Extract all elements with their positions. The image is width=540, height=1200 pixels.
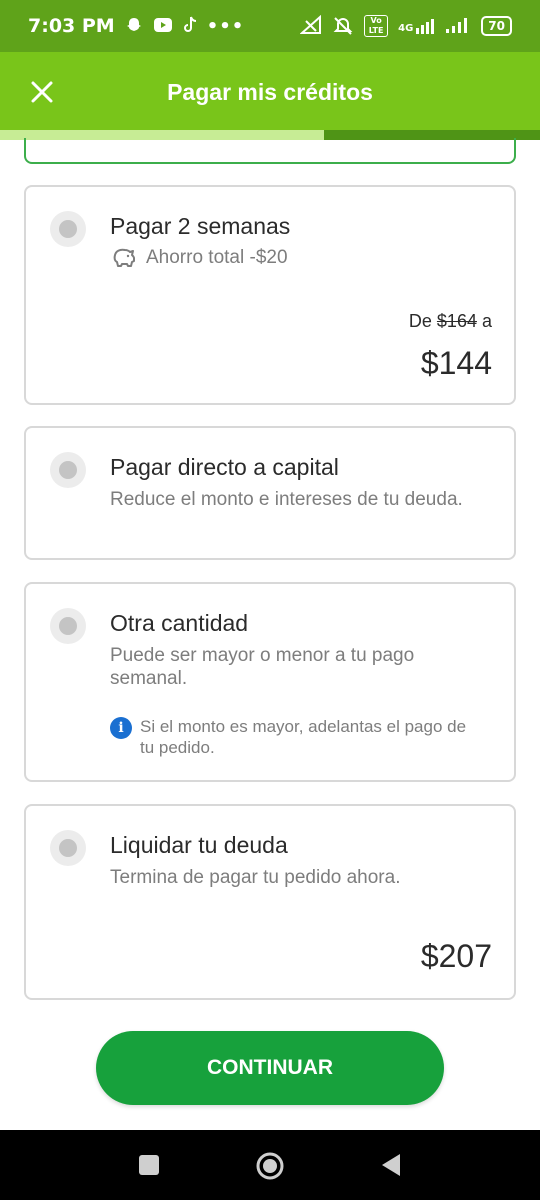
back-icon (382, 1154, 400, 1176)
piggy-bank-icon (113, 248, 135, 267)
savings-text: Ahorro total -$20 (146, 247, 288, 268)
option-subtitle: Puede ser mayor o menor a tu pago semana… (110, 645, 415, 689)
option-card-other-amount[interactable]: Otra cantidad Puede ser mayor o menor a … (24, 582, 516, 782)
option-title: Pagar directo a capital (110, 454, 339, 480)
option-title: Otra cantidad (110, 610, 249, 636)
battery-icon: 70 (481, 16, 512, 36)
selected-option-card-edge[interactable] (24, 138, 516, 164)
volte-icon: Vo LTE (364, 15, 389, 37)
status-time: 7:03 PM (28, 15, 115, 37)
mute-icon (332, 15, 354, 38)
recent-apps-icon (139, 1155, 159, 1175)
radio-button[interactable] (50, 211, 86, 247)
home-icon (256, 1152, 284, 1180)
option-card-pay-off[interactable]: Liquidar tu deuda Termina de pagar tu pe… (24, 804, 516, 1000)
more-dots-icon: ••• (206, 15, 245, 37)
option-subtitle: Termina de pagar tu pedido ahora. (110, 867, 401, 888)
info-icon: i (110, 717, 132, 739)
option-amount: $144 (420, 345, 492, 381)
app-header: Pagar mis créditos (0, 52, 540, 132)
radio-button[interactable] (50, 452, 86, 488)
option-card-capital[interactable]: Pagar directo a capital Reduce el monto … (24, 426, 516, 560)
signal-icon (299, 14, 322, 38)
option-title: Pagar 2 semanas (110, 213, 291, 239)
youtube-icon (153, 17, 173, 36)
savings-line: Ahorro total -$20 (110, 247, 288, 269)
status-bar: 7:03 PM ••• Vo LTE 4G 70 (0, 0, 540, 52)
tiktok-icon (183, 16, 197, 37)
page-title: Pagar mis créditos (167, 78, 373, 105)
snapchat-icon (125, 16, 143, 37)
price-from-line: De $164 a (409, 311, 492, 332)
4g-signal-icon: 4G (398, 18, 435, 34)
system-nav-bar (0, 1130, 540, 1200)
from-suffix: a (481, 311, 492, 331)
continue-button[interactable]: CONTINUAR (96, 1031, 444, 1105)
info-text: Si el monto es mayor, adelantas el pago … (140, 717, 467, 757)
old-amount: $164 (436, 311, 477, 331)
option-card-two-weeks[interactable]: Pagar 2 semanas Ahorro total -$20 De $16… (24, 185, 516, 405)
network-label: 4G (398, 23, 414, 34)
recent-apps-button[interactable] (134, 1150, 164, 1180)
signal-bars-icon (445, 17, 471, 36)
option-subtitle: Reduce el monto e intereses de tu deuda. (110, 489, 463, 510)
info-note: i Si el monto es mayor, adelantas el pag… (110, 716, 480, 758)
option-title: Liquidar tu deuda (110, 832, 288, 858)
close-button[interactable] (28, 78, 56, 106)
back-button[interactable] (376, 1150, 406, 1180)
from-prefix: De (408, 311, 432, 331)
home-button[interactable] (254, 1150, 284, 1180)
option-amount: $207 (420, 938, 492, 974)
radio-button[interactable] (50, 608, 86, 644)
radio-button[interactable] (50, 830, 86, 866)
close-icon (31, 81, 53, 103)
